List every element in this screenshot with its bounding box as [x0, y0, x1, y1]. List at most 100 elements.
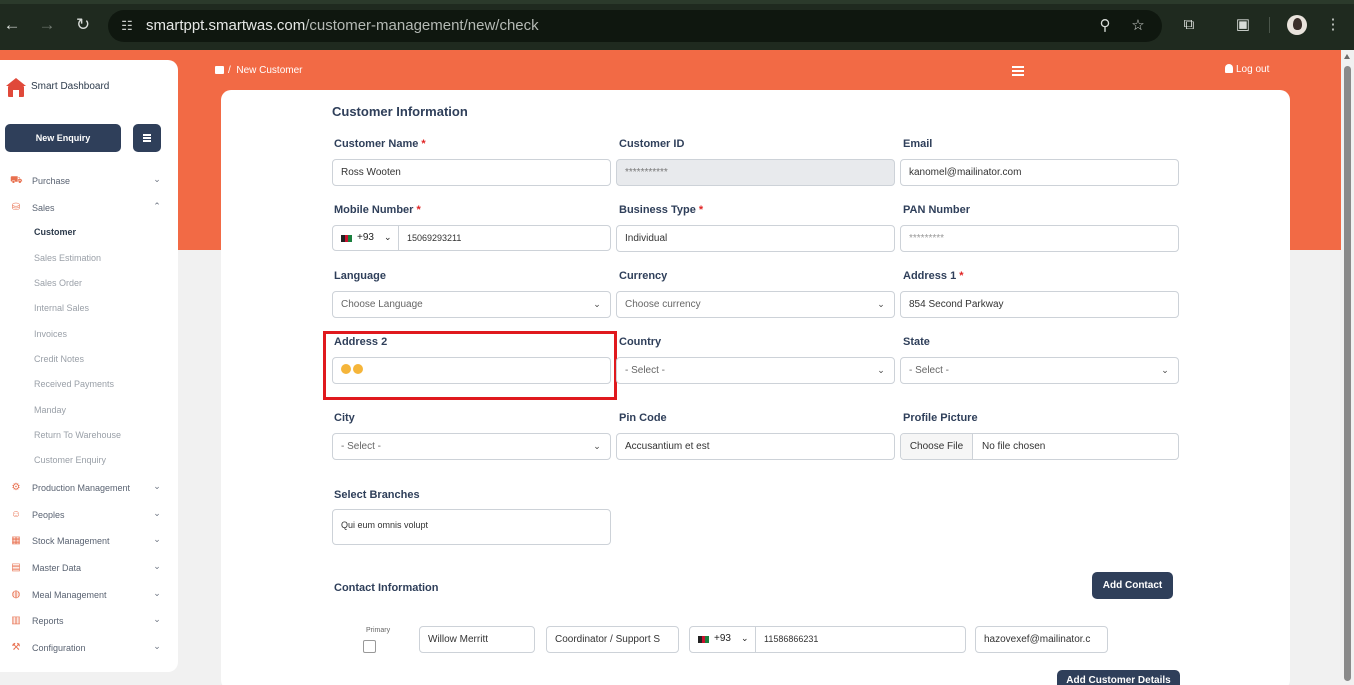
- email-field[interactable]: kanomel@mailinator.com: [900, 159, 1179, 186]
- sidebar-subitem-credit-notes[interactable]: Credit Notes: [34, 354, 84, 364]
- email-label: Email: [903, 138, 933, 150]
- address1-input[interactable]: 854 Second Parkway: [900, 291, 1179, 318]
- language-select[interactable]: Choose Language ⌄: [332, 291, 611, 318]
- sidebar-item-configuration[interactable]: ⚒ Configuration ⌄: [0, 639, 178, 657]
- sidebar-item-stock-management[interactable]: ▦ Stock Management ⌄: [0, 532, 178, 550]
- contact-email-input[interactable]: hazovexef@mailinator.c: [975, 626, 1108, 653]
- sidebar-item-sales[interactable]: ⛁ Sales ⌃: [0, 199, 178, 217]
- afghanistan-flag-icon: [341, 235, 352, 242]
- url-text[interactable]: smartppt.smartwas.com/customer-managemen…: [146, 17, 539, 34]
- tab-search-icon[interactable]: ▣: [1233, 15, 1253, 35]
- highlight-box: [323, 331, 617, 400]
- label-text: Mobile Number: [334, 204, 414, 216]
- add-contact-button[interactable]: Add Contact: [1092, 572, 1173, 599]
- city-select[interactable]: - Select - ⌄: [332, 433, 611, 460]
- label-text: Customer Name: [334, 138, 419, 150]
- country-select[interactable]: - Select - ⌄: [616, 357, 895, 384]
- chevron-down-icon: ⌄: [153, 508, 161, 518]
- sidebar-item-reports[interactable]: ▥ Reports ⌄: [0, 612, 178, 630]
- chevron-down-icon: ⌄: [153, 174, 161, 184]
- sidebar-subitem-invoices[interactable]: Invoices: [34, 329, 67, 339]
- extensions-icon[interactable]: ⧉: [1179, 15, 1199, 35]
- city-select-value: - Select -: [341, 441, 382, 452]
- sidebar-subitem-sales-order[interactable]: Sales Order: [34, 278, 82, 288]
- tab-strip-edge: [0, 0, 1354, 4]
- sidebar-subitem-customer-enquiry[interactable]: Customer Enquiry: [34, 455, 106, 465]
- sidebar-subitem-sales-estimation[interactable]: Sales Estimation: [34, 253, 101, 263]
- more-icon[interactable]: ⋮: [1323, 15, 1343, 35]
- country-label: Country: [619, 336, 662, 348]
- profile-picture-input[interactable]: Choose File No file chosen: [900, 433, 1179, 460]
- chevron-down-icon: ⌄: [153, 534, 161, 544]
- config-icon: ⚒: [11, 642, 21, 653]
- breadcrumb-current: New Customer: [236, 65, 303, 76]
- tune-icon[interactable]: ☷: [118, 17, 136, 35]
- chevron-down-icon: ⌄: [153, 561, 161, 571]
- customer-name-label: Customer Name *: [334, 138, 426, 150]
- contact-section-title: Contact Information: [334, 582, 439, 594]
- country-select-value: - Select -: [625, 365, 666, 376]
- star-icon[interactable]: ☆: [1129, 17, 1147, 35]
- country-code-select[interactable]: +93 ⌄: [332, 225, 399, 251]
- chevron-down-icon: ⌄: [153, 588, 161, 598]
- cart-icon: ⛟: [10, 175, 23, 186]
- contact-name-input[interactable]: Willow Merritt: [419, 626, 535, 653]
- breadcrumb: / New Customer: [215, 65, 302, 76]
- pan-number-input[interactable]: *********: [900, 225, 1179, 252]
- state-select[interactable]: - Select - ⌄: [900, 357, 1179, 384]
- new-enquiry-button[interactable]: New Enquiry: [5, 124, 121, 152]
- sidebar-item-label: Sales: [32, 203, 55, 213]
- sidebar-toggle-button[interactable]: [133, 124, 161, 152]
- scroll-up-icon[interactable]: [1344, 54, 1350, 59]
- customer-id-label: Customer ID: [619, 138, 685, 150]
- chevron-down-icon: ⌄: [1161, 365, 1169, 375]
- mobile-number-input[interactable]: 15069293211: [398, 225, 611, 251]
- sidebar-item-peoples[interactable]: ☺ Peoples ⌄: [0, 506, 178, 524]
- back-icon[interactable]: ←: [2, 15, 22, 35]
- contact-phone-input[interactable]: 11586866231: [755, 626, 966, 653]
- sidebar-item-meal-management[interactable]: ◍ Meal Management ⌄: [0, 586, 178, 604]
- address-bar[interactable]: ☷ smartppt.smartwas.com/customer-managem…: [108, 10, 1162, 42]
- sidebar-subitem-customer[interactable]: Customer: [34, 227, 76, 237]
- forward-icon[interactable]: →: [37, 15, 57, 35]
- sidebar-item-purchase[interactable]: ⛟ Purchase ⌄: [0, 172, 178, 190]
- sidebar-subitem-manday[interactable]: Manday: [34, 405, 66, 415]
- chevron-down-icon: ⌄: [877, 365, 885, 375]
- state-label: State: [903, 336, 930, 348]
- contact-country-code-select[interactable]: +93 ⌄: [689, 626, 756, 653]
- database-icon: ▤: [11, 562, 21, 573]
- zoom-icon[interactable]: ⚲: [1096, 17, 1114, 35]
- customer-id-input: ***********: [616, 159, 895, 186]
- file-status: No file chosen: [982, 441, 1046, 452]
- sidebar-item-production-management[interactable]: ⚙ Production Management ⌄: [0, 479, 178, 497]
- primary-checkbox[interactable]: [363, 640, 376, 653]
- chevron-down-icon: ⌄: [877, 299, 885, 309]
- contact-role-input[interactable]: Coordinator / Support S: [546, 626, 679, 653]
- pin-code-input[interactable]: Accusantium et est: [616, 433, 895, 460]
- sidebar: Smart Dashboard New Enquiry ⛟ Purchase ⌄…: [0, 60, 178, 672]
- sidebar-item-label: Purchase: [32, 176, 71, 186]
- customer-name-input[interactable]: Ross Wooten: [332, 159, 611, 186]
- home-icon[interactable]: [215, 66, 224, 74]
- branches-input[interactable]: Qui eum omnis volupt: [332, 509, 611, 545]
- sidebar-subitem-return-to-warehouse[interactable]: Return To Warehouse: [34, 430, 121, 440]
- reports-icon: ▥: [11, 615, 21, 626]
- business-type-input[interactable]: Individual: [616, 225, 895, 252]
- logout-label: Log out: [1236, 64, 1270, 75]
- sidebar-item-master-data[interactable]: ▤ Master Data ⌄: [0, 559, 178, 577]
- business-type-label: Business Type *: [619, 204, 703, 216]
- country-code-value: +93: [357, 232, 374, 243]
- sidebar-item-label: Configuration: [32, 643, 86, 653]
- currency-select[interactable]: Choose currency ⌄: [616, 291, 895, 318]
- pin-code-label: Pin Code: [619, 412, 667, 424]
- sidebar-subitem-internal-sales[interactable]: Internal Sales: [34, 303, 89, 313]
- reload-icon[interactable]: ↻: [73, 15, 93, 35]
- required-mark: *: [421, 138, 426, 150]
- avatar[interactable]: [1287, 15, 1307, 35]
- scrollbar-thumb[interactable]: [1344, 66, 1351, 681]
- choose-file-button[interactable]: Choose File: [901, 434, 973, 459]
- logout-link[interactable]: Log out: [1225, 64, 1269, 75]
- add-customer-details-button[interactable]: Add Customer Details: [1057, 670, 1180, 685]
- menu-icon[interactable]: [1012, 66, 1024, 76]
- sidebar-subitem-received-payments[interactable]: Received Payments: [34, 379, 114, 389]
